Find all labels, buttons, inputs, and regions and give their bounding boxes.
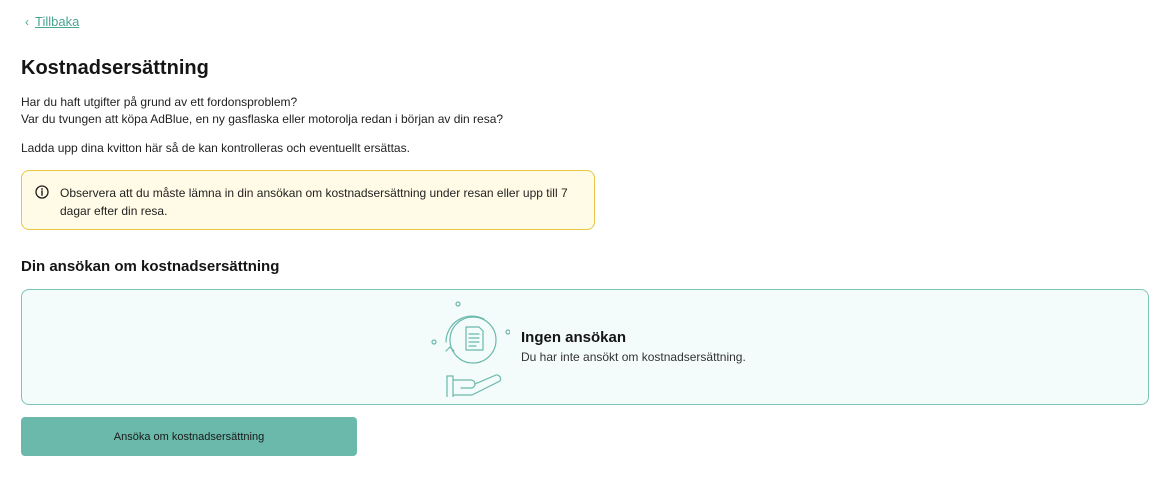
empty-state-subtitle: Du har inte ansökt om kostnadsersättning… <box>521 350 746 364</box>
intro-line-2: Var du tvungen att köpa AdBlue, en ny ga… <box>21 112 504 126</box>
page: ‹ Tillbaka Kostnadsersättning Har du haf… <box>0 0 1161 493</box>
apply-cost-compensation-button[interactable]: Ansöka om kostnadsersättning <box>21 417 357 456</box>
page-title: Kostnadsersättning <box>21 57 209 79</box>
empty-state-title: Ingen ansökan <box>521 329 627 346</box>
intro-line-1: Har du haft utgifter på grund av ett for… <box>21 95 298 109</box>
back-link-label: Tillbaka <box>35 14 80 29</box>
back-link[interactable]: ‹ Tillbaka <box>25 14 79 29</box>
receipt-hand-icon <box>431 301 510 397</box>
application-empty-state: Ingen ansökan Du har inte ansökt om kost… <box>21 289 1149 405</box>
intro-line-3: Ladda upp dina kvitton här så de kan kon… <box>21 141 410 155</box>
info-icon <box>35 185 49 199</box>
section-heading: Din ansökan om kostnadsersättning <box>21 258 280 275</box>
intro-text: Har du haft utgifter på grund av ett for… <box>21 94 721 157</box>
chevron-left-icon: ‹ <box>25 14 29 29</box>
notice-text: Observera att du måste lämna in din ansö… <box>60 186 568 218</box>
deadline-notice: Observera att du måste lämna in din ansö… <box>21 170 595 230</box>
